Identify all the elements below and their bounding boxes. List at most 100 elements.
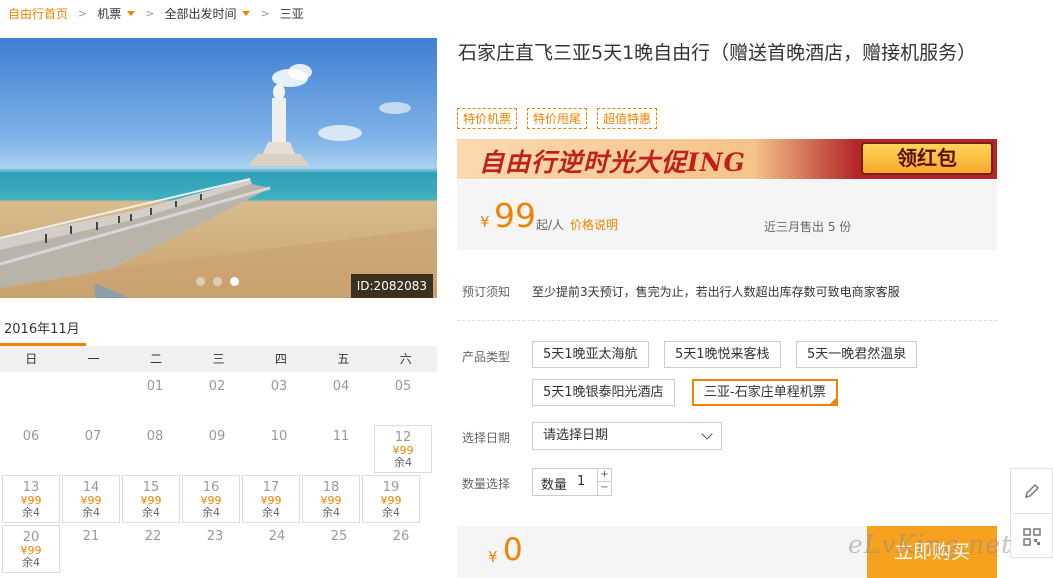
calendar-day-number: 04 [332,379,350,394]
price-currency: ¥ [480,213,490,231]
price-explain-link[interactable]: 价格说明 [570,216,618,233]
calendar-day: 06 [0,425,62,473]
product-type-option[interactable]: 5天1晚悦来客栈 [664,341,781,368]
product-photo[interactable]: ID:2082083 [0,38,437,298]
quantity-stepper: 数量 1 + − [532,468,612,496]
breadcrumb-category-label: 机票 [97,6,122,21]
calendar-day: 24 [246,525,308,573]
calendar-day-number: 01 [146,379,164,394]
chevron-down-icon [701,428,713,440]
product-type-option-selected[interactable]: 三亚-石家庄单程机票 [692,379,838,406]
product-type-option[interactable]: 5天1晚亚太海航 [532,341,649,368]
calendar-weekday: 三 [212,352,225,366]
side-toolbar [1010,468,1053,558]
gallery-dot[interactable] [230,277,239,286]
calendar-day-number: 23 [206,529,224,544]
notice-text: 至少提前3天预订，售完为止，若出行人数超出库存数可致电商家客服 [532,285,900,299]
promo-banner[interactable]: 自由行逆时光大促ING 领红包 [457,139,997,179]
calendar-day-available[interactable]: 17 ¥99 余4 [242,475,300,523]
calendar-weekday: 二 [150,352,163,366]
calendar-day-number: 05 [394,379,412,394]
calendar-day: 09 [186,425,248,473]
caret-down-icon [242,10,251,16]
product-title: 石家庄直飞三亚5天1晚自由行（赠送首晚酒店，赠接机服务） [458,42,977,64]
calendar-day: 22 [122,525,184,573]
calendar-day [0,375,62,423]
gallery-dot[interactable] [213,277,222,286]
calendar-weekday: 四 [274,352,287,366]
calendar-month-title: 2016年11月 [4,322,80,337]
calendar-day-available[interactable]: 18 ¥99 余4 [302,475,360,523]
quantity-increase-button[interactable]: + [597,469,611,482]
calendar-day-available[interactable]: 20 ¥99 余4 [2,525,60,573]
calendar-day: 11 [310,425,372,473]
breadcrumb-home-link[interactable]: 自由行首页 [8,5,68,22]
qr-code-icon [1022,527,1041,546]
calendar-day-number: 08 [146,429,164,444]
calendar-day-available[interactable]: 15 ¥99 余4 [122,475,180,523]
calendar-weekday: 五 [337,352,350,366]
divider [457,320,997,321]
quantity-label: 数量选择 [462,477,511,491]
breadcrumb-separator: > [78,6,88,20]
calendar-day: 23 [184,525,246,573]
notice-label: 预订须知 [462,285,511,299]
calendar-day-available[interactable]: 12 ¥99 余4 [374,425,432,473]
price-unit: 起/人 [536,218,565,232]
calendar-day: 04 [310,375,372,423]
calendar-day-available[interactable]: 16 ¥99 余4 [182,475,240,523]
breadcrumb-time-label: 全部出发时间 [164,6,237,21]
breadcrumb-separator: > [260,6,270,20]
calendar-day-number: 10 [270,429,288,444]
product-type-option[interactable]: 5天一晚君然温泉 [796,341,918,368]
calendar-day-remaining: 余4 [394,456,412,469]
feedback-button[interactable] [1011,469,1052,514]
calendar-day-number: 13 [22,480,40,495]
calendar-weekday: 一 [87,352,100,366]
calendar-day: 10 [248,425,310,473]
calendar-day-number: 11 [332,429,350,444]
calendar-day-available[interactable]: 14 ¥99 余4 [62,475,120,523]
calendar-day-remaining: 余4 [142,506,160,519]
pencil-icon [1024,483,1039,499]
breadcrumb-destination: 三亚 [279,6,304,21]
calendar-day: 25 [308,525,370,573]
calendar-day-remaining: 余4 [322,506,340,519]
calendar-day: 02 [186,375,248,423]
calendar-day-number: 25 [330,529,348,544]
calendar-grid: 01 02 03 04 05 06 07 08 09 10 11 12 ¥99 余4 13 ¥99 余4 14 ¥9… [0,374,437,574]
calendar-day: 21 [60,525,122,573]
calendar-day-remaining: 余4 [22,506,40,519]
date-label: 选择日期 [462,431,511,445]
calendar-day-number: 16 [202,480,220,495]
calendar-day: 08 [124,425,186,473]
quantity-decrease-button[interactable]: − [597,482,611,495]
quantity-value[interactable]: 1 [577,474,585,489]
caret-down-icon [127,10,136,16]
calendar-day: 03 [248,375,310,423]
price-box: ¥ 99 起/人 价格说明 近三月售出 5 份 [457,180,997,250]
product-type-label: 产品类型 [462,350,511,364]
calendar-day-remaining: 余4 [22,556,40,569]
calendar-day-number: 14 [82,480,100,495]
product-tags: 特价机票 特价甩尾 超值特惠 [457,108,658,129]
beach-photo-illustration [0,64,437,298]
gallery-dot[interactable] [196,277,205,286]
calendar-day-available[interactable]: 19 ¥99 余4 [362,475,420,523]
calendar-day-remaining: 余4 [82,506,100,519]
breadcrumb-time-dropdown[interactable]: 全部出发时间 [164,5,251,22]
calendar-day-available[interactable]: 13 ¥99 余4 [2,475,60,523]
calendar-week-row: 20 ¥99 余4 21 22 23 24 25 26 [0,524,437,574]
price-value: 99 [494,196,536,235]
product-tag: 特价甩尾 [527,108,588,129]
red-packet-button[interactable]: 领红包 [861,142,993,175]
calendar-day-remaining: 余4 [382,506,400,519]
product-type-option[interactable]: 5天1晚银泰阳光酒店 [532,379,675,406]
calendar-weekday-header: 日一二三四五六 [0,346,437,372]
qr-code-button[interactable] [1011,514,1052,559]
date-select[interactable]: 请选择日期 [532,422,722,450]
breadcrumb-category-dropdown[interactable]: 机票 [97,5,136,22]
calendar-day-remaining: 余4 [202,506,220,519]
calendar-day-number: 12 [394,430,412,445]
calendar-day-number: 07 [84,429,102,444]
